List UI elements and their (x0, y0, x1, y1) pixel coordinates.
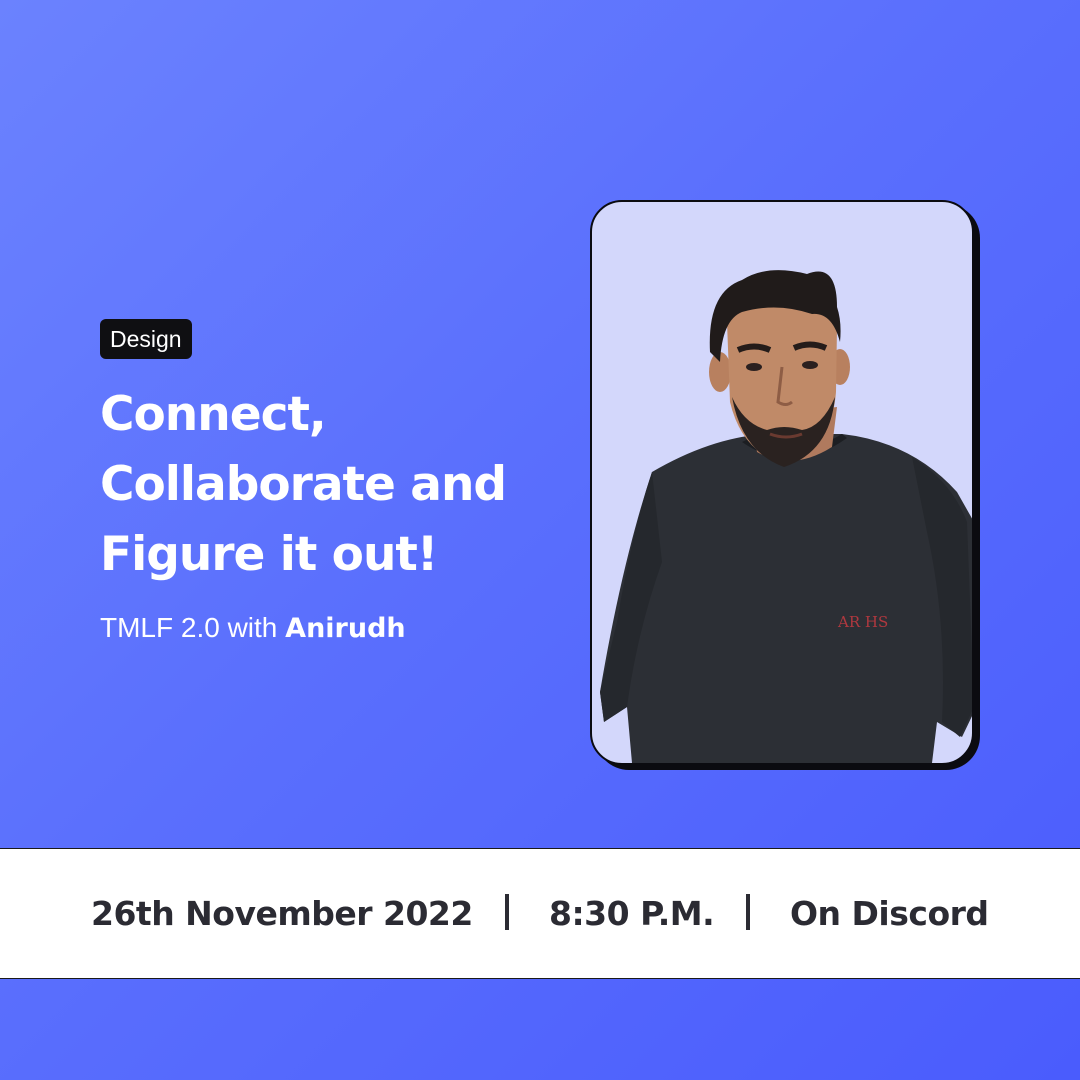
separator (505, 894, 509, 930)
session-subtitle: TMLF 2.0 with Anirudh (100, 612, 406, 644)
host-name: Anirudh (285, 613, 406, 644)
headline-line-2: Collaborate and (100, 457, 507, 512)
headline-line-3: Figure it out! (100, 527, 438, 582)
headline-line-1: Connect, (100, 387, 327, 442)
shirt-print: AR HS (837, 613, 888, 631)
event-venue: On Discord (790, 894, 989, 933)
speaker-portrait-illustration: AR HS (600, 270, 972, 763)
event-time: 8:30 P.M. (549, 894, 715, 933)
session-prefix: TMLF 2.0 with (100, 612, 286, 643)
event-date: 26th November 2022 (91, 894, 473, 933)
event-info-bar: 26th November 2022 8:30 P.M. On Discord (0, 848, 1080, 979)
speaker-photo: AR HS (590, 200, 974, 765)
category-tag: Design (100, 319, 192, 359)
separator (746, 894, 750, 930)
headline: Connect, Collaborate and Figure it out! (100, 380, 570, 590)
